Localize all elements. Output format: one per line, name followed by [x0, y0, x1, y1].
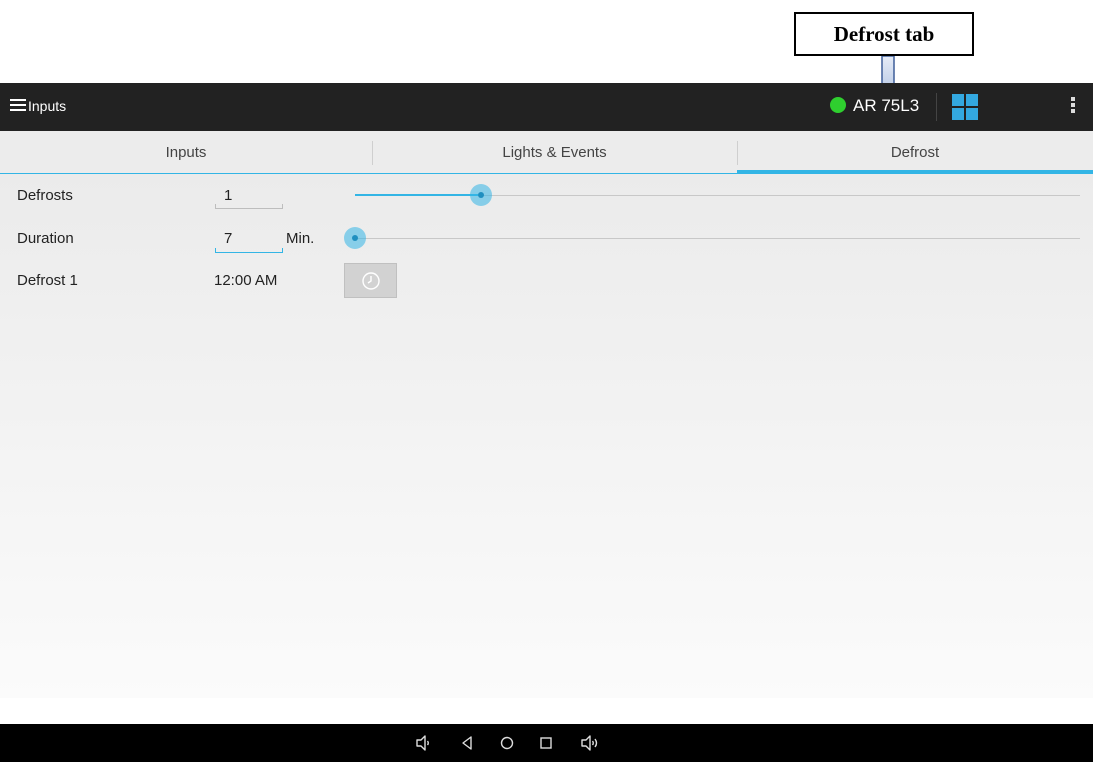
app-title: Inputs — [28, 98, 67, 114]
tab-inputs-label: Inputs — [165, 143, 207, 161]
duration-slider-thumb[interactable] — [344, 227, 366, 249]
duration-label: Duration — [17, 230, 74, 247]
tab-defrost[interactable]: Defrost — [737, 131, 1093, 173]
defrosts-input-tick — [282, 204, 283, 209]
connection-status-icon — [830, 97, 846, 113]
defrost-1-time: 12:00 AM — [214, 272, 278, 289]
tab-defrost-label: Defrost — [890, 143, 940, 161]
defrost-1-time-picker-button[interactable] — [344, 263, 397, 298]
clock-icon — [361, 271, 380, 290]
defrosts-label: Defrosts — [17, 187, 73, 204]
overflow-menu-icon[interactable] — [1068, 97, 1078, 117]
action-bar-divider — [936, 93, 937, 121]
defrosts-input-tick — [215, 204, 216, 209]
defrosts-input-underline — [215, 208, 283, 209]
device-id[interactable]: AR 75L3 — [853, 96, 919, 116]
volume-up-icon[interactable] — [580, 734, 602, 752]
defrost-1-label: Defrost 1 — [17, 272, 78, 289]
defrosts-input[interactable]: 1 — [224, 187, 232, 204]
volume-down-icon[interactable] — [415, 734, 433, 752]
defrosts-slider-fill — [355, 194, 479, 196]
duration-slider[interactable] — [355, 238, 1080, 239]
duration-input-tick — [282, 248, 283, 253]
back-icon[interactable] — [458, 734, 476, 752]
action-bar: Inputs — [0, 83, 1093, 131]
defrost-settings-panel — [0, 174, 1093, 698]
dashboard-grid-icon[interactable] — [952, 94, 978, 120]
system-navigation-bar — [0, 724, 1093, 762]
menu-icon[interactable] — [10, 99, 26, 113]
tab-inputs[interactable]: Inputs — [0, 131, 372, 173]
tab-lights-events-label: Lights & Events — [502, 143, 607, 161]
tab-bar: Inputs Lights & Events Defrost — [0, 131, 1093, 174]
annotation-callout: Defrost tab — [794, 12, 974, 56]
duration-input-underline — [215, 252, 283, 253]
annotation-label: Defrost tab — [833, 21, 935, 46]
home-icon[interactable] — [498, 734, 516, 752]
duration-input-tick — [215, 248, 216, 253]
recents-icon[interactable] — [537, 734, 555, 752]
duration-input[interactable]: 7 — [224, 230, 232, 247]
duration-unit: Min. — [286, 230, 315, 247]
tab-lights-events[interactable]: Lights & Events — [372, 131, 737, 173]
